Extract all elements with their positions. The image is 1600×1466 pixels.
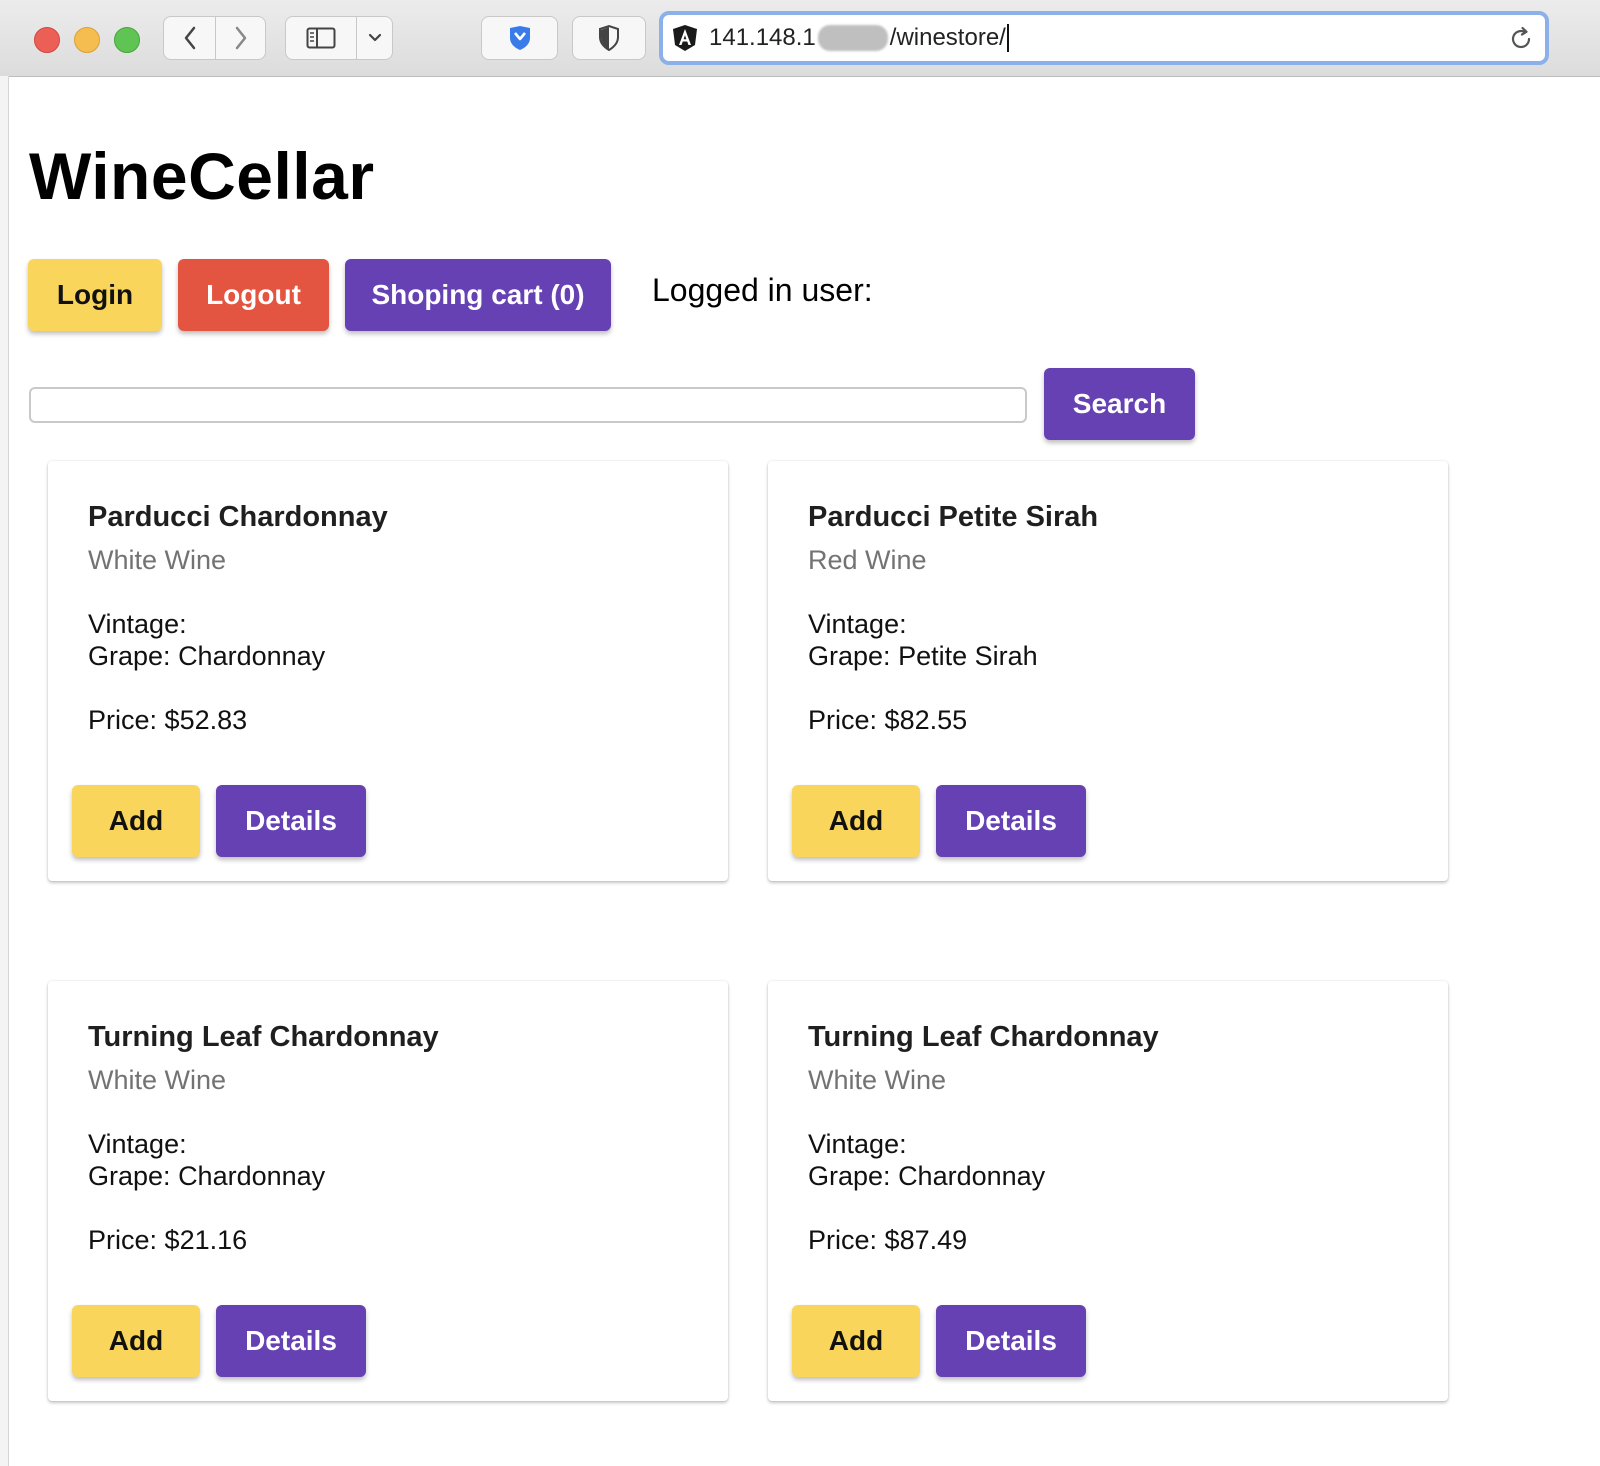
extension-button-2[interactable]	[572, 16, 646, 60]
zoom-window-button[interactable]	[114, 27, 140, 53]
grape-label: Grape:	[808, 1161, 891, 1191]
wine-grape: Grape: Chardonnay	[88, 641, 325, 672]
url-host-visible: 141.148.1	[709, 24, 816, 51]
wine-name: Turning Leaf Chardonnay	[808, 1021, 1159, 1053]
add-to-cart-button[interactable]: Add	[72, 1305, 200, 1377]
wine-name: Parducci Chardonnay	[88, 501, 388, 533]
forward-button[interactable]	[216, 17, 266, 59]
url-text: 141.148.1 /winestore/	[709, 24, 1009, 52]
grape-value: Chardonnay	[178, 641, 326, 671]
navigation-buttons	[163, 16, 266, 60]
grape-value: Petite Sirah	[898, 641, 1038, 671]
wine-card: Turning Leaf Chardonnay White Wine Vinta…	[768, 981, 1448, 1401]
wine-price: Price: $87.49	[808, 1225, 967, 1256]
grape-value: Chardonnay	[898, 1161, 1046, 1191]
window-edge	[0, 76, 9, 1466]
wine-type: White Wine	[88, 1065, 227, 1095]
wine-price: Price: $52.83	[88, 705, 247, 736]
close-window-button[interactable]	[34, 27, 60, 53]
grape-label: Grape:	[88, 1161, 171, 1191]
wine-card: Turning Leaf Chardonnay White Wine Vinta…	[48, 981, 728, 1401]
grape-label: Grape:	[88, 641, 171, 671]
price-value: $21.16	[164, 1225, 248, 1255]
add-to-cart-button[interactable]: Add	[72, 785, 200, 857]
details-button[interactable]: Details	[936, 785, 1086, 857]
vintage-label: Vintage:	[808, 609, 907, 639]
address-bar[interactable]: 141.148.1 /winestore/	[659, 11, 1549, 65]
wine-grape: Grape: Chardonnay	[88, 1161, 325, 1192]
logout-button[interactable]: Logout	[178, 259, 329, 331]
wine-price: Price: $21.16	[88, 1225, 247, 1256]
privacy-shield-icon	[599, 24, 619, 52]
logged-in-user-label: Logged in user:	[652, 272, 873, 308]
page-title: WineCellar	[29, 139, 375, 213]
wine-vintage: Vintage:	[808, 1129, 907, 1160]
login-button[interactable]: Login	[28, 259, 162, 331]
extension-button-1[interactable]	[481, 16, 558, 60]
details-button[interactable]: Details	[936, 1305, 1086, 1377]
sidebar-toggle-button[interactable]	[286, 17, 356, 59]
wine-card: Parducci Chardonnay White Wine Vintage: …	[48, 461, 728, 881]
chevron-right-icon	[235, 26, 247, 50]
price-label: Price:	[808, 1225, 878, 1255]
price-label: Price:	[808, 705, 878, 735]
price-label: Price:	[88, 1225, 158, 1255]
sidebar-menu-button[interactable]	[357, 17, 393, 59]
search-button[interactable]: Search	[1044, 368, 1195, 440]
redacted-host-part	[817, 25, 888, 51]
wine-type: White Wine	[88, 545, 227, 575]
chevron-down-icon	[368, 33, 382, 42]
price-value: $82.55	[884, 705, 968, 735]
wine-grape: Grape: Petite Sirah	[808, 641, 1038, 672]
grape-label: Grape:	[808, 641, 891, 671]
shopping-cart-button[interactable]: Shoping cart (0)	[345, 259, 611, 331]
add-to-cart-button[interactable]: Add	[792, 785, 920, 857]
wine-vintage: Vintage:	[88, 1129, 187, 1160]
price-value: $52.83	[164, 705, 248, 735]
wine-card: Parducci Petite Sirah Red Wine Vintage: …	[768, 461, 1448, 881]
wine-price: Price: $82.55	[808, 705, 967, 736]
wine-type: White Wine	[808, 1065, 947, 1095]
url-path: /winestore/	[889, 24, 1006, 51]
wine-name: Parducci Petite Sirah	[808, 501, 1099, 533]
vintage-label: Vintage:	[808, 1129, 907, 1159]
sidebar-controls	[285, 16, 393, 60]
angular-favicon-icon	[671, 24, 699, 52]
add-to-cart-button[interactable]: Add	[792, 1305, 920, 1377]
wine-vintage: Vintage:	[88, 609, 187, 640]
back-button[interactable]	[164, 17, 215, 59]
chevron-left-icon	[184, 26, 195, 50]
search-input[interactable]	[29, 387, 1027, 423]
text-caret	[1006, 24, 1009, 52]
shield-extension-icon	[509, 26, 530, 50]
vintage-label: Vintage:	[88, 609, 187, 639]
reload-icon[interactable]	[1507, 25, 1535, 53]
grape-value: Chardonnay	[178, 1161, 326, 1191]
wine-name: Turning Leaf Chardonnay	[88, 1021, 439, 1053]
details-button[interactable]: Details	[216, 1305, 366, 1377]
wine-vintage: Vintage:	[808, 609, 907, 640]
vintage-label: Vintage:	[88, 1129, 187, 1159]
wine-grape: Grape: Chardonnay	[808, 1161, 1045, 1192]
price-label: Price:	[88, 705, 158, 735]
sidebar-icon	[306, 27, 336, 49]
details-button[interactable]: Details	[216, 785, 366, 857]
wine-type: Red Wine	[808, 545, 927, 575]
browser-toolbar: 141.148.1 /winestore/	[0, 0, 1600, 77]
minimize-window-button[interactable]	[74, 27, 100, 53]
price-value: $87.49	[884, 1225, 968, 1255]
